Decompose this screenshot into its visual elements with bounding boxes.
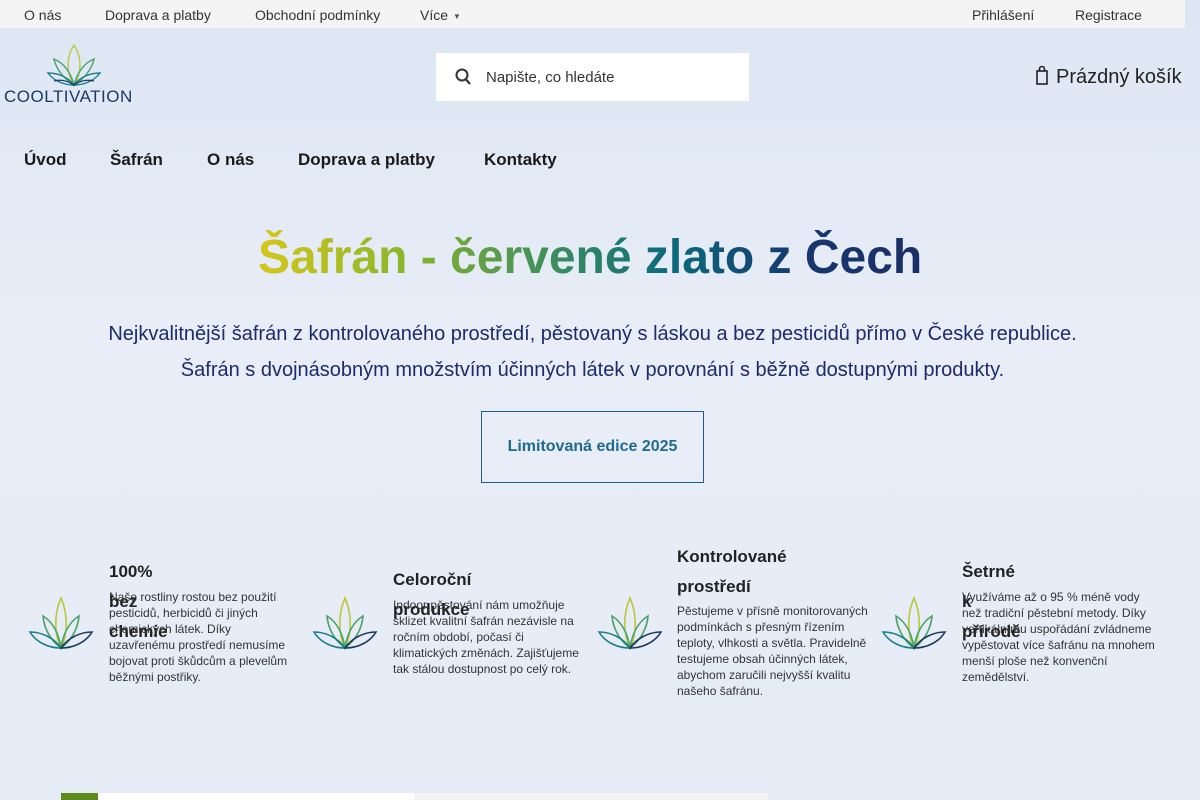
feature-text: Indoor pěstování nám umožňuje sklizet kv…: [393, 598, 579, 676]
nav-item-shipping[interactable]: Doprava a platby: [298, 150, 435, 170]
topbar-link-shipping[interactable]: Doprava a platby: [105, 7, 211, 23]
cart-label: Prázdný košík: [1056, 66, 1182, 88]
feature-text: Naše rostliny rostou bez použití pestici…: [109, 590, 288, 684]
topbar-link-terms[interactable]: Obchodní podmínky: [255, 7, 380, 23]
feature-text: Využíváme až o 95 % méně vody než tradič…: [962, 590, 1155, 684]
feature-text: Pěstujeme v přísně monitorovaných podmín…: [677, 604, 868, 698]
brand-name: COOLTIVATION: [4, 87, 133, 106]
topbar-more-dropdown[interactable]: Více ▼: [420, 7, 461, 23]
nav-item-contacts[interactable]: Kontakty: [484, 150, 557, 170]
search-icon[interactable]: [454, 67, 472, 87]
limited-edition-button[interactable]: Limitovaná edice 2025: [481, 411, 704, 483]
nav-item-about[interactable]: O nás: [207, 150, 254, 170]
search-input[interactable]: [486, 65, 736, 89]
search-box[interactable]: [436, 53, 749, 101]
nav-item-home[interactable]: Úvod: [24, 150, 67, 170]
top-utility-bar: O nás Doprava a platby Obchodní podmínky…: [0, 0, 1185, 29]
nav-item-saffron[interactable]: Šafrán: [110, 150, 163, 170]
hero-subtitle-line-1: Nejkvalitnější šafrán z kontrolovaného p…: [108, 323, 1077, 345]
leaf-icon: [28, 596, 94, 650]
leaf-icon: [597, 596, 663, 650]
leaf-icon: [881, 596, 947, 650]
product-strip: [61, 793, 768, 800]
leaf-logo-icon: [46, 43, 102, 87]
chevron-down-icon: ▼: [453, 11, 461, 21]
hero-title: Šafrán - červené zlato z Čech: [258, 231, 923, 284]
hero-subtitle-line-2: Šafrán s dvojnásobným množstvím účinných…: [180, 359, 1005, 381]
cart-button[interactable]: Prázdný košík: [1036, 65, 1182, 89]
login-link[interactable]: Přihlášení: [972, 7, 1034, 23]
shopping-bag-icon: [1036, 65, 1048, 85]
leaf-icon: [312, 596, 378, 650]
feature-title: Kontrolované prostředí: [677, 547, 787, 596]
topbar-more-label: Více: [420, 7, 449, 23]
hero-title-wrap: Šafrán - červené zlato z Čech: [258, 230, 928, 290]
register-link[interactable]: Registrace: [1075, 7, 1142, 23]
product-card[interactable]: [98, 793, 414, 800]
product-tag: [61, 793, 98, 800]
topbar-link-about[interactable]: O nás: [24, 7, 61, 23]
